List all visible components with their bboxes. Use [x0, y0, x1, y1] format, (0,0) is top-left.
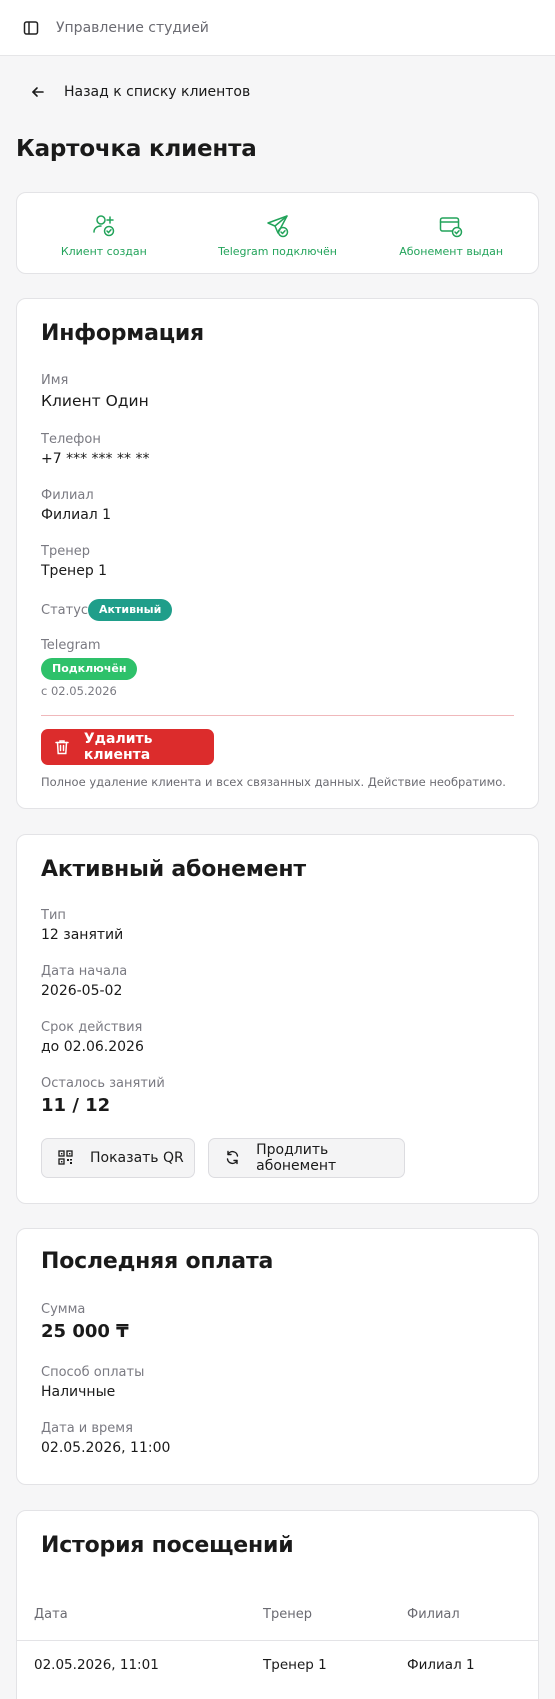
progress-steps-card: Клиент создан Telegram подключён Абонеме…: [16, 192, 539, 274]
client-name: Клиент Один: [41, 392, 149, 410]
valid-until-value: до 02.06.2026: [41, 1039, 144, 1055]
subscription-type-field: Тип 12 занятий: [41, 908, 123, 943]
page-title: Карточка клиента: [16, 136, 257, 162]
visit-branch: Филиал 1: [407, 1657, 475, 1673]
field-label: Способ оплаты: [41, 1365, 145, 1380]
trainer-field: Тренер Тренер 1: [41, 544, 107, 579]
phone-value: +7 *** *** ** **: [41, 451, 150, 467]
delete-warning-text: Полное удаление клиента и всех связанных…: [41, 775, 506, 789]
send-check-icon: [266, 214, 288, 237]
delete-client-button[interactable]: Удалить клиента: [41, 729, 214, 765]
section-title: Активный абонемент: [41, 857, 306, 882]
client-info-card: Информация Имя Клиент Один Телефон +7 **…: [16, 298, 539, 809]
payment-method-value: Наличные: [41, 1384, 116, 1400]
app-title: Управление студией: [56, 19, 209, 36]
start-date-field: Дата начала 2026-05-02: [41, 964, 127, 999]
field-label: Статус: [41, 602, 89, 618]
show-qr-button[interactable]: Показать QR: [41, 1138, 195, 1178]
back-link-label: Назад к списку клиентов: [64, 84, 251, 100]
step-label: Абонемент выдан: [399, 244, 504, 258]
visit-trainer: Тренер 1: [263, 1657, 327, 1673]
table-header: Дата Тренер Филиал: [17, 1591, 538, 1641]
start-date-value: 2026-05-02: [41, 983, 123, 999]
visits-table: Дата Тренер Филиал 02.05.2026, 11:01 Тре…: [17, 1591, 538, 1691]
section-title: Последняя оплата: [41, 1249, 274, 1274]
trainer-value: Тренер 1: [41, 563, 108, 579]
section-title: История посещений: [41, 1533, 294, 1558]
payment-method-field: Способ оплаты Наличные: [41, 1365, 144, 1400]
table-row: 02.05.2026, 11:01 Тренер 1 Филиал 1: [17, 1641, 538, 1691]
branch-field: Филиал Филиал 1: [41, 488, 111, 523]
renew-subscription-label: Продлить абонемент: [256, 1142, 337, 1174]
arrow-left-icon: [30, 83, 48, 101]
sessions-left-value: 11 / 12: [41, 1095, 111, 1116]
field-label: Тренер: [41, 544, 90, 559]
branch-value: Филиал 1: [41, 507, 112, 523]
field-label: Дата и время: [41, 1421, 133, 1436]
card-check-icon: [439, 216, 463, 237]
danger-divider: [41, 715, 514, 716]
step-subscription-issued: Абонемент выдан: [364, 193, 538, 273]
column-header-branch: Филиал: [407, 1607, 460, 1622]
valid-until-field: Срок действия до 02.06.2026: [41, 1020, 144, 1055]
field-label: Телефон: [41, 432, 101, 447]
show-qr-label: Показать QR: [90, 1150, 184, 1166]
field-label: Имя: [41, 373, 69, 388]
telegram-since: с 02.05.2026: [41, 684, 117, 698]
field-label: Дата начала: [41, 964, 128, 979]
refresh-icon: [225, 1150, 240, 1166]
active-subscription-card: Активный абонемент Тип 12 занятий Дата н…: [16, 834, 539, 1204]
user-plus-check-icon: [93, 214, 115, 236]
step-client-created: Клиент создан: [17, 193, 191, 273]
section-title: Информация: [41, 321, 204, 346]
phone-field: Телефон +7 *** *** ** **: [41, 432, 149, 467]
renew-subscription-button[interactable]: Продлить абонемент: [208, 1138, 405, 1178]
telegram-field: Telegram Подключён с 02.05.2026: [41, 638, 138, 698]
field-label: Сумма: [41, 1302, 86, 1317]
field-label: Тип: [41, 908, 66, 923]
step-telegram-connected: Telegram подключён: [191, 193, 365, 273]
sidebar-toggle-icon[interactable]: [20, 17, 42, 39]
field-label: Срок действия: [41, 1020, 143, 1035]
amount-field: Сумма 25 000 ₸: [41, 1302, 129, 1342]
qr-code-icon: [58, 1150, 74, 1166]
visit-date: 02.05.2026, 11:01: [34, 1657, 159, 1673]
status-field: Статус Активный: [41, 599, 173, 621]
name-field: Имя Клиент Один: [41, 373, 149, 410]
back-to-clients-link[interactable]: Назад к списку клиентов: [30, 80, 250, 104]
field-label: Осталось занятий: [41, 1076, 165, 1091]
field-label: Филиал: [41, 488, 94, 503]
amount-value: 25 000 ₸: [41, 1321, 129, 1342]
step-label: Telegram подключён: [218, 244, 337, 258]
field-label: Telegram: [41, 638, 101, 653]
delete-button-label: Удалить клиента: [83, 731, 153, 763]
status-badge: Активный: [88, 599, 173, 621]
top-bar: Управление студией: [0, 0, 555, 56]
column-header-trainer: Тренер: [263, 1607, 312, 1622]
visit-history-card: История посещений Дата Тренер Филиал 02.…: [16, 1510, 539, 1699]
trash-icon: [55, 739, 70, 755]
sessions-left-field: Осталось занятий 11 / 12: [41, 1076, 165, 1116]
telegram-status-badge: Подключён: [41, 658, 138, 680]
payment-datetime-field: Дата и время 02.05.2026, 11:00: [41, 1421, 170, 1456]
step-label: Клиент создан: [60, 244, 147, 258]
payment-datetime-value: 02.05.2026, 11:00: [41, 1440, 171, 1456]
subscription-type-value: 12 занятий: [41, 927, 124, 943]
last-payment-card: Последняя оплата Сумма 25 000 ₸ Способ о…: [16, 1228, 539, 1485]
column-header-date: Дата: [34, 1607, 68, 1622]
